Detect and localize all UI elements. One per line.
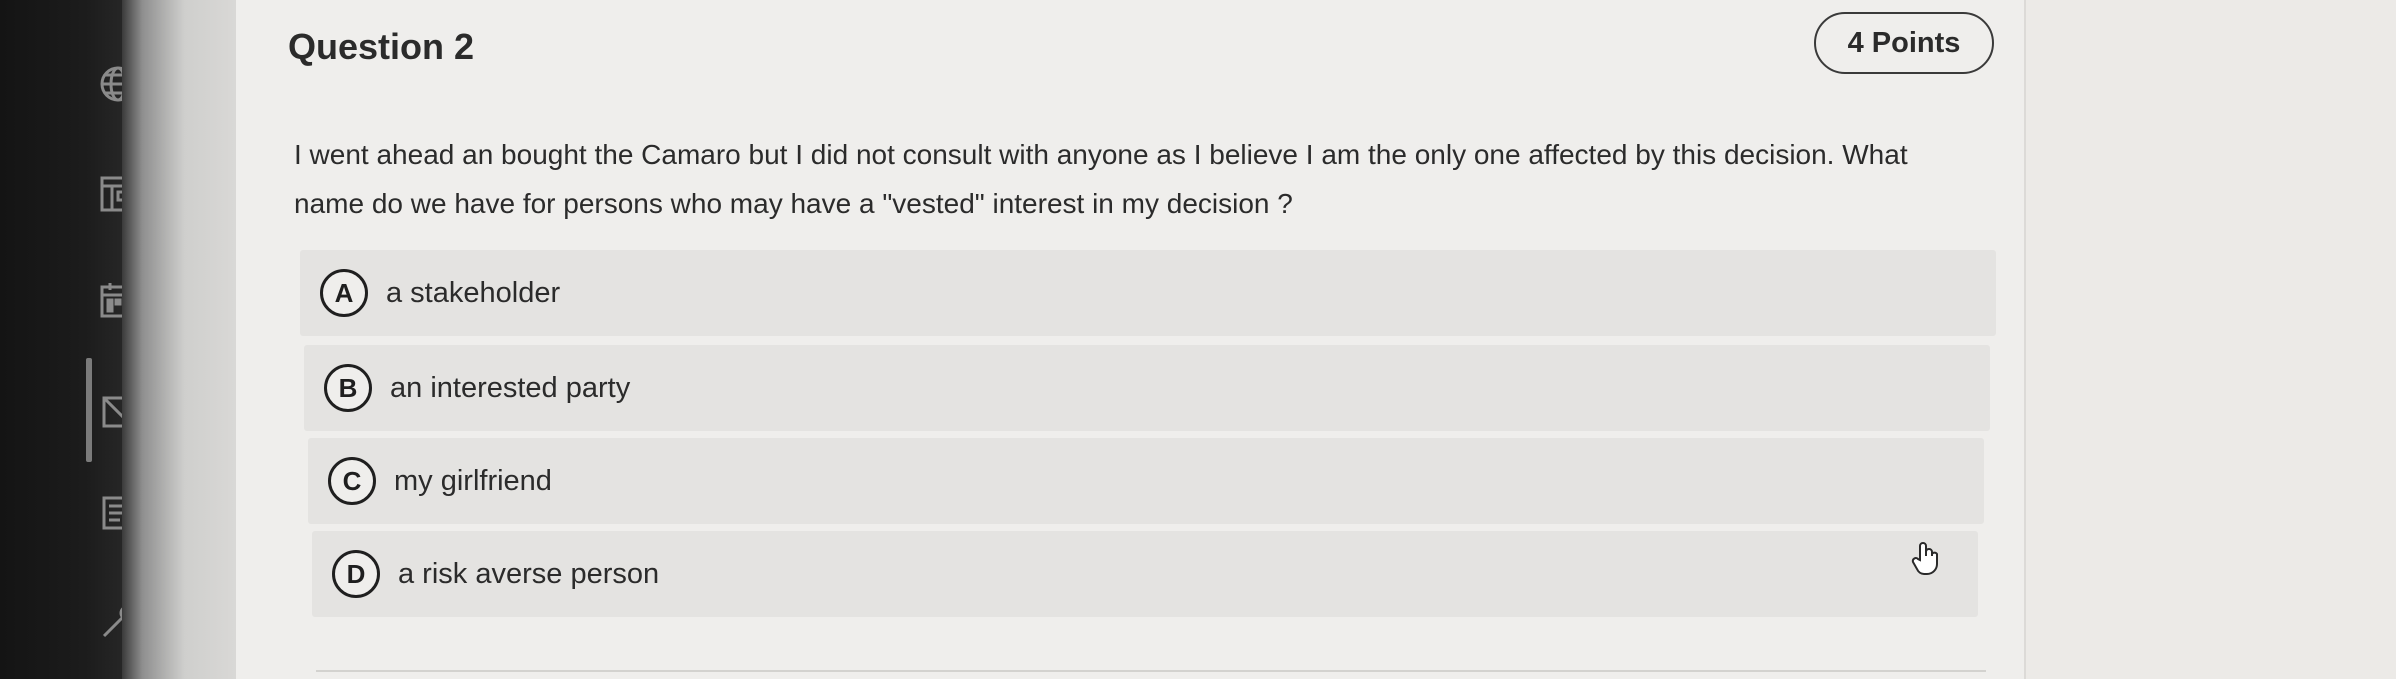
sidebar-gutter [122,0,236,679]
option-label: an interested party [390,371,631,404]
option-c[interactable]: C my girlfriend [308,438,1984,524]
option-a[interactable]: A a stakeholder [300,250,1996,336]
option-letter-badge: B [324,364,372,412]
active-indicator [86,358,92,462]
option-b[interactable]: B an interested party [304,345,1990,431]
question-title: Question 2 [288,26,475,67]
option-d[interactable]: D a risk averse person [312,531,1978,617]
option-label: my girlfriend [394,464,552,497]
option-letter-badge: C [328,457,376,505]
option-letter-badge: D [332,550,380,598]
divider [316,670,1986,672]
question-panel: Question 2 4 Points I went ahead an boug… [236,0,2024,679]
right-blank-area [2024,0,2396,679]
hand-cursor-icon [1906,538,1946,578]
question-text: I went ahead an bought the Camaro but I … [294,139,1908,219]
option-letter-badge: A [320,269,368,317]
option-label: a risk averse person [398,557,660,590]
points-badge: 4 Points [1814,12,1994,74]
option-label: a stakeholder [386,276,561,309]
